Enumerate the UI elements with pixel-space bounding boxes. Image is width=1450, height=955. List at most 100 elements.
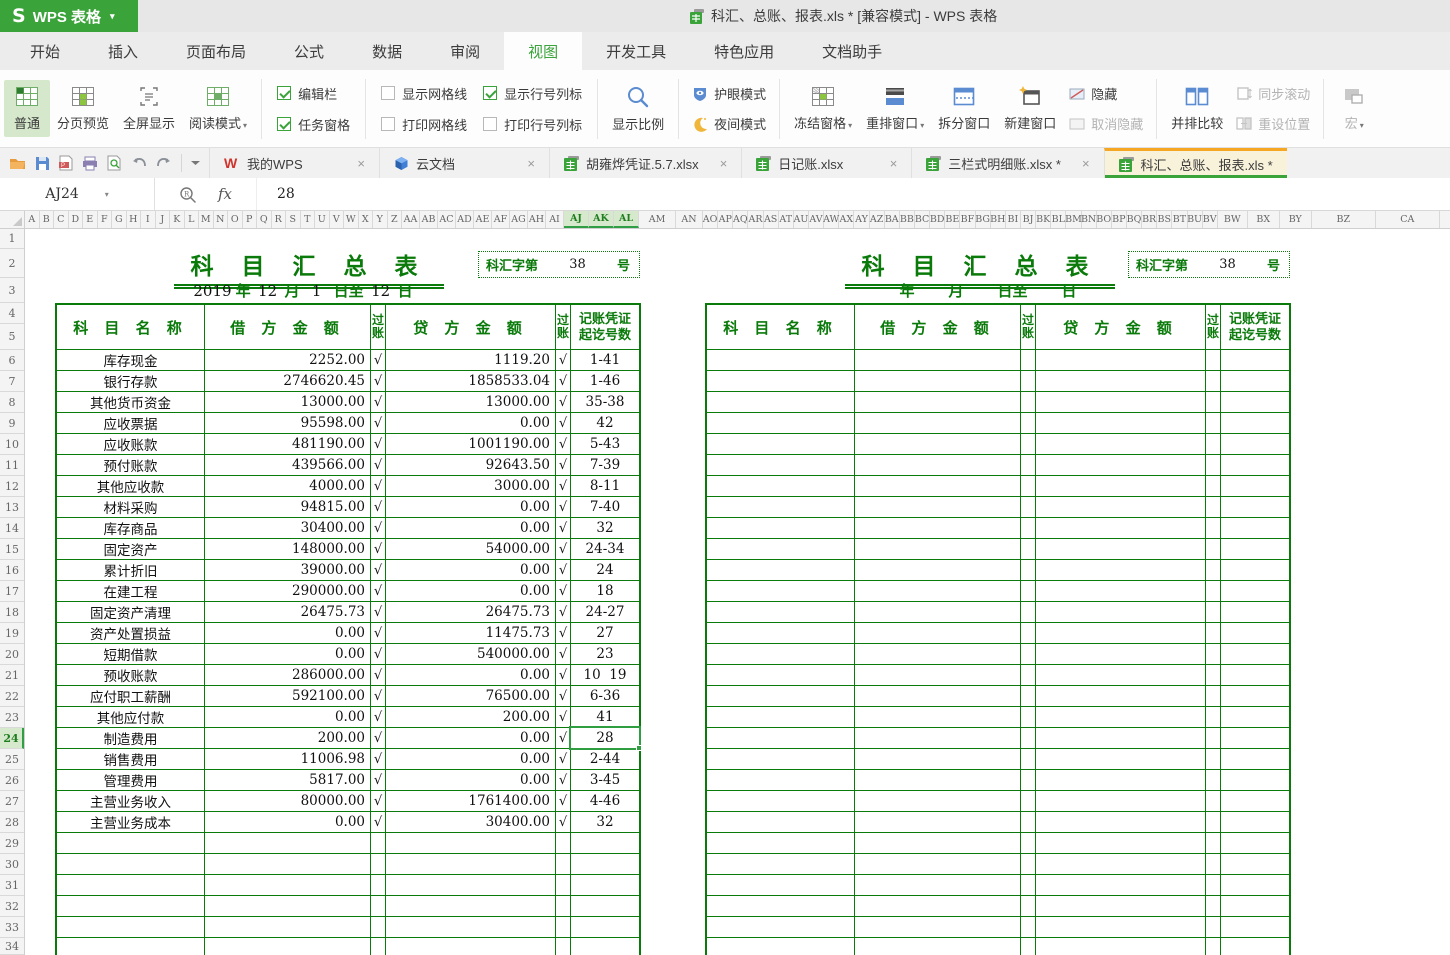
row-header-20[interactable]: 20 xyxy=(0,644,24,665)
cell-voucher-range[interactable] xyxy=(1221,371,1289,391)
col-header-BJ[interactable]: BJ xyxy=(1021,211,1036,228)
cell-account[interactable] xyxy=(707,917,855,937)
cell-posted-check[interactable] xyxy=(371,896,386,916)
cell-voucher-range[interactable]: 6-36 xyxy=(571,686,639,706)
row-header-18[interactable]: 18 xyxy=(0,602,24,623)
row-header-31[interactable]: 31 xyxy=(0,875,24,896)
formula-input[interactable]: 28 xyxy=(257,178,1450,210)
cell-posted-check[interactable] xyxy=(1021,371,1036,391)
cell-debit[interactable] xyxy=(855,623,1021,643)
cell-posted-check[interactable] xyxy=(1206,749,1221,769)
cell-posted-check[interactable]: √ xyxy=(371,497,386,517)
cell-posted-check[interactable]: √ xyxy=(556,518,571,538)
table-row[interactable]: 应付职工薪酬592100.00√76500.00√6-36 xyxy=(57,686,639,707)
cell-debit[interactable] xyxy=(855,350,1021,370)
cell-voucher-range[interactable] xyxy=(1221,791,1289,811)
cell-posted-check[interactable] xyxy=(1021,434,1036,454)
cell-debit[interactable] xyxy=(205,833,371,853)
cell-account[interactable] xyxy=(707,728,855,748)
doc-tab-report[interactable]: 科汇、总账、报表.xls * xyxy=(1104,148,1287,178)
row-header-1[interactable]: 1 xyxy=(0,229,24,249)
col-header-AL[interactable]: AL xyxy=(614,211,639,228)
cell-account[interactable] xyxy=(57,833,205,853)
col-header-BC[interactable]: BC xyxy=(915,211,930,228)
cell-debit[interactable]: 286000.00 xyxy=(205,665,371,685)
cell-credit[interactable]: 1001190.00 xyxy=(386,434,556,454)
cell-debit[interactable] xyxy=(855,917,1021,937)
cell-account[interactable] xyxy=(707,791,855,811)
cell-credit[interactable]: 0.00 xyxy=(386,518,556,538)
page-break-preview-button[interactable]: 分页预览 xyxy=(50,80,116,137)
cell-posted-check[interactable] xyxy=(1206,623,1221,643)
cell-account[interactable]: 材料采购 xyxy=(57,497,205,517)
cell-debit[interactable] xyxy=(855,854,1021,874)
cell-credit[interactable]: 0.00 xyxy=(386,665,556,685)
row-header-3[interactable]: 3 xyxy=(0,278,24,303)
cell-credit[interactable]: 92643.50 xyxy=(386,455,556,475)
cell-credit[interactable] xyxy=(1036,728,1206,748)
col-header-BU[interactable]: BU xyxy=(1188,211,1203,228)
cell-posted-check[interactable] xyxy=(556,854,571,874)
cell-posted-check[interactable]: √ xyxy=(371,476,386,496)
col-header-AT[interactable]: AT xyxy=(779,211,794,228)
cell-account[interactable] xyxy=(707,476,855,496)
col-header-AR[interactable]: AR xyxy=(748,211,763,228)
cell-debit[interactable] xyxy=(855,686,1021,706)
col-header-AE[interactable]: AE xyxy=(474,211,492,228)
cell-posted-check[interactable] xyxy=(1021,560,1036,580)
cell-posted-check[interactable]: √ xyxy=(556,812,571,832)
close-icon[interactable]: × xyxy=(513,156,535,171)
split-window-button[interactable]: 拆分窗口 xyxy=(931,80,997,137)
col-header-BG[interactable]: BG xyxy=(976,211,991,228)
cell-voucher-range[interactable]: 23 xyxy=(571,644,639,664)
col-header-E[interactable]: E xyxy=(83,211,98,228)
close-icon[interactable]: × xyxy=(706,156,728,171)
col-header-AK[interactable]: AK xyxy=(589,211,614,228)
cell-posted-check[interactable] xyxy=(1021,854,1036,874)
cell-debit[interactable] xyxy=(855,896,1021,916)
table-row[interactable]: 主营业务收入80000.00√1761400.00√4-46 xyxy=(57,791,639,812)
cell-posted-check[interactable] xyxy=(1021,707,1036,727)
cell-account[interactable] xyxy=(707,434,855,454)
cell-credit[interactable]: 0.00 xyxy=(386,770,556,790)
table-row[interactable] xyxy=(707,602,1289,623)
cell-credit[interactable] xyxy=(1036,644,1206,664)
col-header-F[interactable]: F xyxy=(98,211,113,228)
table-row[interactable]: 预收账款286000.00√0.00√10 19 xyxy=(57,665,639,686)
row-header-28[interactable]: 28 xyxy=(0,812,24,833)
cell-posted-check[interactable] xyxy=(1021,791,1036,811)
cell-credit[interactable]: 26475.73 xyxy=(386,602,556,622)
cell-posted-check[interactable] xyxy=(1206,602,1221,622)
cell-account[interactable]: 销售费用 xyxy=(57,749,205,769)
cell-debit[interactable]: 94815.00 xyxy=(205,497,371,517)
cell-voucher-range[interactable]: 35-38 xyxy=(571,392,639,412)
cell-debit[interactable]: 4000.00 xyxy=(205,476,371,496)
cell-posted-check[interactable] xyxy=(1021,623,1036,643)
cell-posted-check[interactable] xyxy=(1206,854,1221,874)
cell-credit[interactable] xyxy=(386,875,556,895)
cell-account[interactable]: 主营业务收入 xyxy=(57,791,205,811)
cell-debit[interactable]: 26475.73 xyxy=(205,602,371,622)
row-header-19[interactable]: 19 xyxy=(0,623,24,644)
row-header-9[interactable]: 9 xyxy=(0,413,24,434)
cell-account[interactable] xyxy=(707,938,855,955)
col-header-D[interactable]: D xyxy=(69,211,84,228)
cell-credit[interactable]: 0.00 xyxy=(386,413,556,433)
cell-account[interactable]: 预收账款 xyxy=(57,665,205,685)
col-header-BT[interactable]: BT xyxy=(1172,211,1187,228)
cell-posted-check[interactable]: √ xyxy=(556,497,571,517)
menu-tab-review[interactable]: 审阅 xyxy=(426,32,504,70)
table-row[interactable] xyxy=(57,875,639,896)
col-header-BE[interactable]: BE xyxy=(945,211,960,228)
table-row[interactable]: 主营业务成本0.00√30400.00√32 xyxy=(57,812,639,833)
cell-posted-check[interactable]: √ xyxy=(556,644,571,664)
cell-posted-check[interactable] xyxy=(1021,518,1036,538)
table-row[interactable] xyxy=(707,749,1289,770)
cell-credit[interactable] xyxy=(1036,896,1206,916)
col-header-A[interactable]: A xyxy=(25,211,40,228)
col-header-AY[interactable]: AY xyxy=(854,211,869,228)
cell-posted-check[interactable]: √ xyxy=(371,539,386,559)
cell-credit[interactable] xyxy=(1036,539,1206,559)
cell-posted-check[interactable] xyxy=(371,875,386,895)
cell-credit[interactable]: 3000.00 xyxy=(386,476,556,496)
